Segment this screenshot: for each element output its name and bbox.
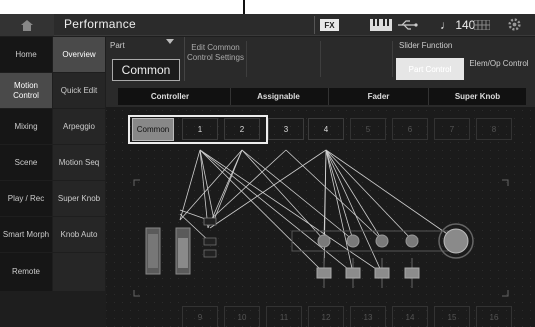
divider [392, 41, 393, 77]
fx-indicator[interactable]: FX [320, 19, 339, 31]
main-content: Part Common Edit Common Control Settings… [106, 37, 535, 327]
home-button[interactable] [0, 14, 54, 36]
tab-super-knob[interactable]: Super Knob [428, 88, 526, 105]
keyboard-icon [370, 19, 392, 31]
part-control-button[interactable]: Part Control [396, 58, 464, 80]
nav-home[interactable]: Home [0, 37, 52, 72]
part-12[interactable]: 12 [308, 306, 344, 327]
performance-screen: Performance FX ♩ 140 Home Overview Motio… [0, 14, 535, 327]
nav-motion-control[interactable]: Motion Control [0, 73, 52, 108]
part-11[interactable]: 11 [266, 306, 302, 327]
controller-assign-diagram: Common 1 2 3 4 5 6 7 8 9 10 11 12 13 14 … [106, 110, 535, 327]
part-6[interactable]: 6 [392, 118, 428, 140]
nav-empty [53, 253, 105, 291]
divider [314, 16, 315, 34]
dropdown-icon [166, 39, 174, 44]
part-10[interactable]: 10 [224, 306, 260, 327]
quick-access-icon[interactable] [474, 20, 490, 30]
nav-smart-morph[interactable]: Smart Morph [0, 217, 52, 252]
part-16[interactable]: 16 [476, 306, 512, 327]
selection-highlight [128, 115, 268, 144]
gear-icon[interactable] [507, 17, 522, 32]
part-label: Part [110, 41, 125, 50]
part-3[interactable]: 3 [268, 118, 304, 140]
tab-assignable[interactable]: Assignable [230, 88, 326, 105]
part-4[interactable]: 4 [308, 118, 344, 140]
tab-bar: Controller Assignable Fader Super Knob [118, 88, 526, 105]
nav-super-knob[interactable]: Super Knob [53, 181, 105, 216]
nav-quick-edit[interactable]: Quick Edit [53, 73, 105, 108]
tab-fader[interactable]: Fader [328, 88, 428, 105]
part-selector[interactable]: Common [112, 59, 180, 81]
nav-remote[interactable]: Remote [0, 253, 52, 291]
top-bar: Performance FX ♩ 140 [0, 14, 535, 36]
slider-function-label: Slider Function [399, 41, 453, 50]
nav-scene[interactable]: Scene [0, 145, 52, 180]
part-9[interactable]: 9 [182, 306, 218, 327]
tempo-display[interactable]: ♩ 140 [440, 18, 475, 32]
usb-icon [398, 20, 418, 30]
nav-mixing[interactable]: Mixing [0, 109, 52, 144]
nav-motion-seq[interactable]: Motion Seq [53, 145, 105, 180]
side-navigation: Home Overview Motion Control Quick Edit … [0, 37, 106, 327]
part-13[interactable]: 13 [350, 306, 386, 327]
tab-controller[interactable]: Controller [118, 88, 222, 105]
divider [320, 41, 321, 77]
home-icon [21, 19, 33, 31]
page-title: Performance [64, 17, 136, 31]
nav-overview[interactable]: Overview [53, 37, 105, 72]
callout-line [243, 0, 245, 14]
toolbar: Part Common Edit Common Control Settings… [106, 37, 535, 107]
part-8[interactable]: 8 [476, 118, 512, 140]
nav-knob-auto[interactable]: Knob Auto [53, 217, 105, 252]
nav-arpeggio[interactable]: Arpeggio [53, 109, 105, 144]
divider [246, 41, 247, 77]
edit-common-control-settings-button[interactable]: Edit Common Control Settings [184, 37, 246, 81]
part-5[interactable]: 5 [350, 118, 386, 140]
nav-play-rec[interactable]: Play / Rec [0, 181, 52, 216]
part-14[interactable]: 14 [392, 306, 428, 327]
part-7[interactable]: 7 [434, 118, 470, 140]
part-15[interactable]: 15 [434, 306, 470, 327]
elem-op-control-button[interactable]: Elem/Op Control [466, 58, 532, 80]
